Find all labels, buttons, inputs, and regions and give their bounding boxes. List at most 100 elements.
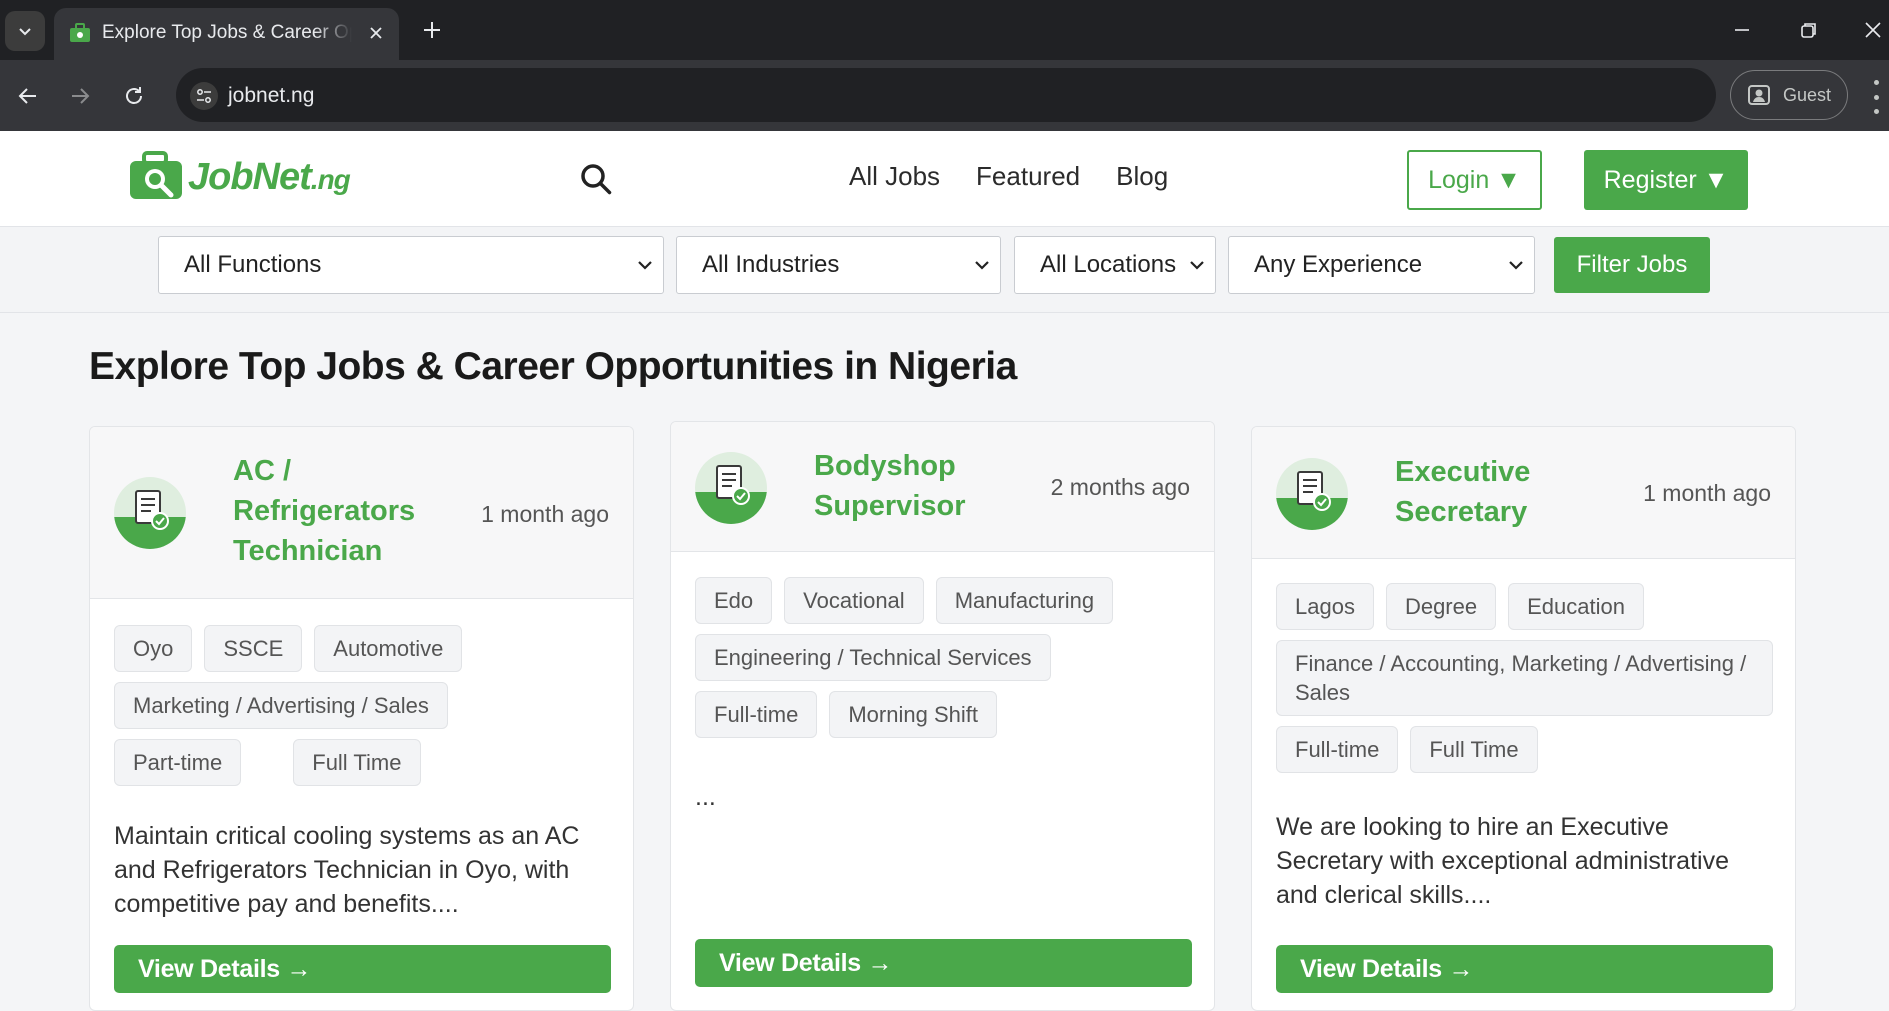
tag-function[interactable]: Finance / Accounting, Marketing / Advert… <box>1276 640 1773 716</box>
profile-label: Guest <box>1783 84 1832 105</box>
experience-select-value: Any Experience <box>1254 251 1423 278</box>
posted-time: 2 months ago <box>1050 474 1190 500</box>
plus-icon <box>424 22 440 38</box>
job-description: ... <box>695 783 716 811</box>
posted-time: 1 month ago <box>481 501 609 527</box>
job-filter-bar: All Functions All Industries All Locatio… <box>0 227 1889 313</box>
tag-location[interactable]: Lagos <box>1276 583 1374 630</box>
site-logo[interactable]: JobNet.ng <box>128 151 351 203</box>
tag-schedule[interactable]: Morning Shift <box>829 691 997 738</box>
company-logo <box>695 452 767 524</box>
browser-toolbar: jobnet.ng Guest <box>0 60 1889 131</box>
document-check-icon <box>695 452 767 524</box>
site-info-button[interactable] <box>190 82 218 110</box>
job-tags: Lagos Degree Education Finance / Account… <box>1276 583 1773 773</box>
chevron-down-icon <box>1509 261 1523 270</box>
brand-name: JobNet.ng <box>188 155 351 198</box>
minimize-button[interactable] <box>1720 10 1764 50</box>
minimize-icon <box>1735 29 1749 31</box>
job-card-header: AC / Refrigerators Technician 1 month ag… <box>90 427 633 599</box>
main-nav: All Jobs Featured Blog <box>849 161 1168 192</box>
tag-schedule[interactable]: Full Time <box>293 739 421 786</box>
reload-icon <box>126 87 142 104</box>
posted-time: 1 month ago <box>1643 480 1771 506</box>
nav-blog[interactable]: Blog <box>1116 161 1168 192</box>
close-icon <box>370 27 382 39</box>
tune-icon <box>197 89 211 103</box>
tag-function[interactable]: Marketing / Advertising / Sales <box>114 682 448 729</box>
company-logo <box>1276 458 1348 530</box>
tag-job-type[interactable]: Part-time <box>114 739 242 786</box>
job-card-header: Executive Secretary 1 month ago <box>1252 427 1795 559</box>
register-button[interactable]: Register ▼ <box>1584 150 1748 210</box>
filter-jobs-button[interactable]: Filter Jobs <box>1554 237 1710 293</box>
functions-select-value: All Functions <box>184 251 322 278</box>
view-details-button[interactable]: View Details → <box>114 945 611 993</box>
person-icon <box>1748 85 1770 105</box>
close-window-button[interactable] <box>1856 10 1889 50</box>
tag-education[interactable]: Degree <box>1385 583 1497 630</box>
job-title[interactable]: Executive Secretary <box>1395 452 1565 532</box>
locations-select-value: All Locations <box>1040 251 1177 278</box>
job-card: AC / Refrigerators Technician 1 month ag… <box>89 426 634 1011</box>
document-check-icon <box>1276 458 1348 530</box>
functions-select[interactable]: All Functions <box>158 236 664 294</box>
login-button[interactable]: Login ▼ <box>1407 150 1542 210</box>
arrow-right-icon <box>72 88 90 104</box>
nav-all-jobs[interactable]: All Jobs <box>849 161 940 192</box>
company-logo <box>114 477 186 549</box>
tag-education[interactable]: Vocational <box>784 577 924 624</box>
chevron-down-icon <box>638 261 652 270</box>
job-title[interactable]: AC / Refrigerators Technician <box>233 451 433 571</box>
nav-featured[interactable]: Featured <box>976 161 1080 192</box>
search-icon[interactable] <box>578 161 614 197</box>
tag-function[interactable]: Engineering / Technical Services <box>695 634 1051 681</box>
browser-tab-strip: Explore Top Jobs & Career Opportunities … <box>0 0 1889 60</box>
new-tab-button[interactable] <box>416 14 448 46</box>
tag-location[interactable]: Edo <box>695 577 773 624</box>
chevron-down-icon <box>1190 261 1204 270</box>
tag-schedule[interactable]: Full Time <box>1410 726 1538 773</box>
document-check-icon <box>114 477 186 549</box>
briefcase-search-logo-icon <box>130 151 182 199</box>
chevron-down-icon <box>975 261 989 270</box>
page-title: Explore Top Jobs & Career Opportunities … <box>89 345 1017 388</box>
experience-select[interactable]: Any Experience <box>1228 236 1535 294</box>
tab-close-button[interactable] <box>363 20 389 46</box>
briefcase-favicon-icon <box>70 23 90 42</box>
address-bar[interactable]: jobnet.ng <box>176 68 1716 122</box>
tag-location[interactable]: Oyo <box>114 625 193 672</box>
tab-title: Explore Top Jobs & Career Opportunities … <box>102 22 352 43</box>
arrow-left-icon <box>18 88 36 104</box>
industries-select-value: All Industries <box>702 251 840 278</box>
tag-industry[interactable]: Manufacturing <box>935 577 1114 624</box>
tab-search-button[interactable] <box>5 11 45 51</box>
site-header: JobNet.ng All Jobs Featured Blog Login ▼… <box>0 131 1889 227</box>
locations-select[interactable]: All Locations <box>1014 236 1216 294</box>
forward-button[interactable] <box>60 76 100 116</box>
tag-industry[interactable]: Automotive <box>314 625 463 672</box>
restore-icon <box>1801 23 1816 38</box>
chevron-down-icon <box>19 28 31 36</box>
tag-education[interactable]: SSCE <box>204 625 303 672</box>
url-text: jobnet.ng <box>228 84 315 107</box>
browser-menu-button[interactable] <box>1870 80 1882 114</box>
job-tags: Oyo SSCE Automotive Marketing / Advertis… <box>114 625 611 786</box>
job-card-header: Bodyshop Supervisor 2 months ago <box>671 422 1214 552</box>
industries-select[interactable]: All Industries <box>676 236 1001 294</box>
back-button[interactable] <box>8 76 48 116</box>
browser-tab-active[interactable]: Explore Top Jobs & Career Opportunities … <box>54 8 399 60</box>
tag-job-type[interactable]: Full-time <box>1276 726 1399 773</box>
view-details-button[interactable]: View Details → <box>1276 945 1773 993</box>
tag-industry[interactable]: Education <box>1508 583 1644 630</box>
job-description: Maintain critical cooling systems as an … <box>114 822 580 918</box>
job-card: Executive Secretary 1 month ago Lagos De… <box>1251 426 1796 1011</box>
tag-job-type[interactable]: Full-time <box>695 691 818 738</box>
profile-button[interactable]: Guest <box>1730 70 1848 120</box>
restore-button[interactable] <box>1787 10 1831 50</box>
job-title[interactable]: Bodyshop Supervisor <box>814 446 994 526</box>
reload-button[interactable] <box>114 76 154 116</box>
job-tags: Edo Vocational Manufacturing Engineering… <box>695 577 1192 738</box>
close-window-icon <box>1864 22 1881 38</box>
view-details-button[interactable]: View Details → <box>695 939 1192 987</box>
